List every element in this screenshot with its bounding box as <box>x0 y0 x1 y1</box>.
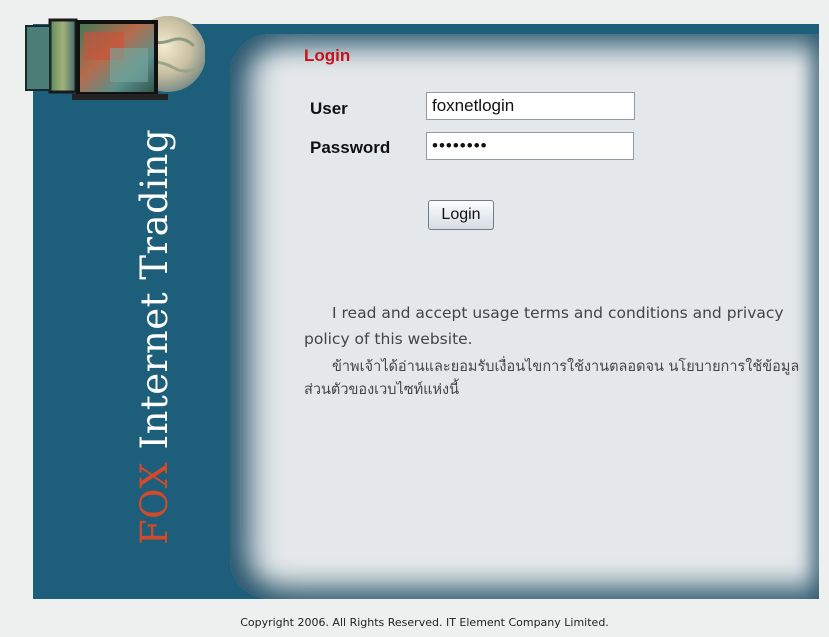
copyright-footer: Copyright 2006. All Rights Reserved. IT … <box>240 616 609 629</box>
monitor-globe-logo <box>25 16 205 100</box>
terms-thai: ข้าพเจ้าได้อ่านและยอมรับเงื่อนไขการใช้งา… <box>304 359 800 398</box>
brand-rest: Internet Trading <box>133 128 176 462</box>
password-label: Password <box>310 138 391 157</box>
password-input[interactable] <box>426 132 634 160</box>
brand-prefix: FOX <box>133 461 176 545</box>
user-input[interactable] <box>426 92 635 120</box>
login-title: Login <box>304 46 351 65</box>
terms-english: I read and accept usage terms and condit… <box>304 304 784 348</box>
login-button[interactable]: Login <box>428 200 494 230</box>
brand-title: FOX Internet Trading <box>133 129 176 545</box>
terms-text: I read and accept usage terms and condit… <box>304 300 809 402</box>
user-label: User <box>310 99 348 118</box>
